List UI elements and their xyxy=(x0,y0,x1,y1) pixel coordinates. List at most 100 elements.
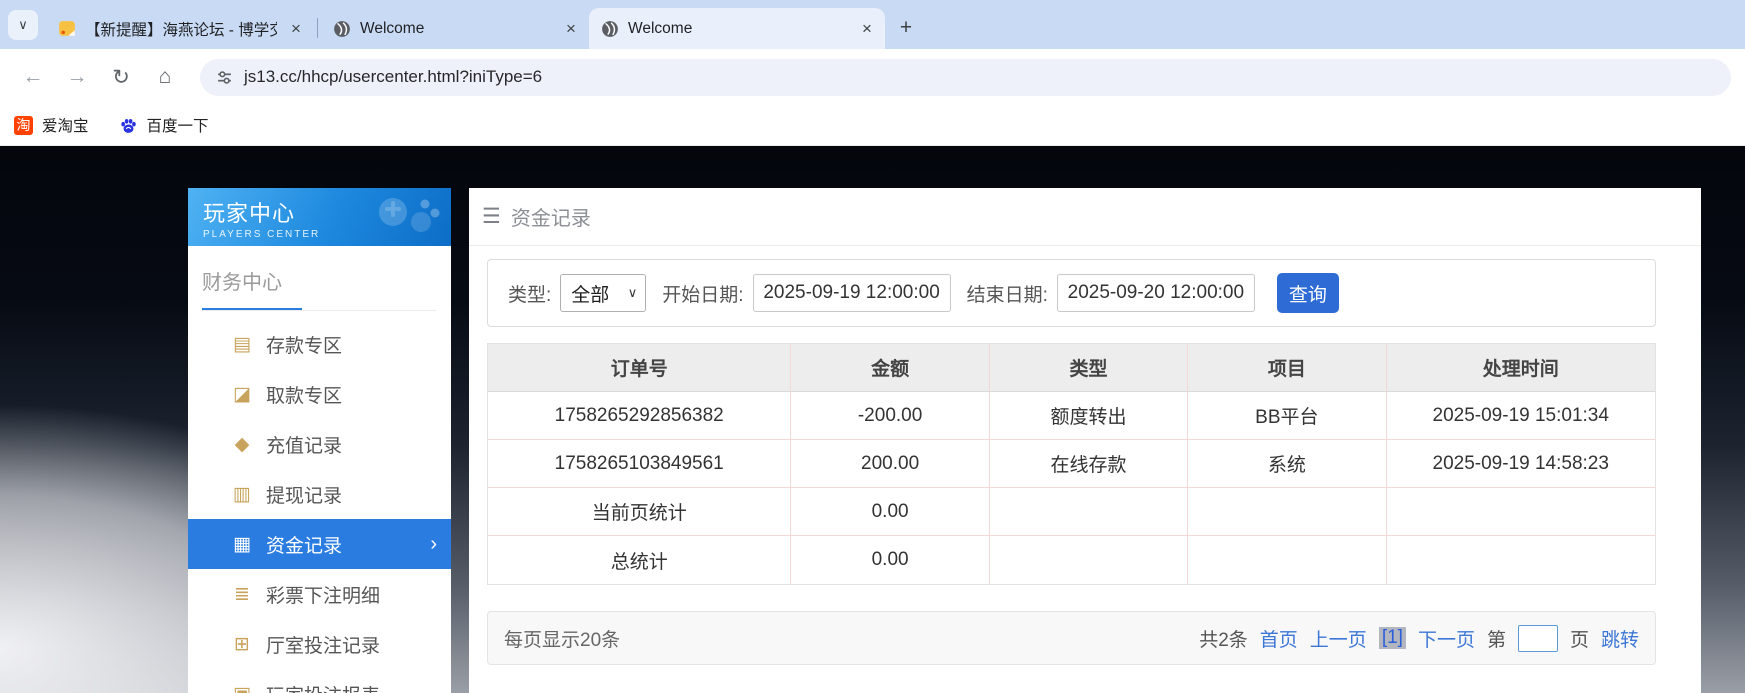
filter-bar: 类型: 全部 ∨ 开始日期: 结束日期: 查询 xyxy=(487,259,1656,327)
type-label: 类型: xyxy=(508,284,552,306)
sidebar-item-label: 彩票下注明细 xyxy=(266,585,381,607)
close-icon[interactable]: × xyxy=(561,19,581,39)
table-cell xyxy=(1188,536,1387,584)
prev-page-link[interactable]: 上一页 xyxy=(1310,625,1367,652)
browser-window: ∨ 【新提醒】海燕论坛 - 博学交流 × Welcome × xyxy=(0,0,1745,693)
header-project: 项目 xyxy=(1188,344,1387,392)
table-cell xyxy=(990,536,1189,584)
type-select-value: 全部 xyxy=(571,284,610,306)
table-cell: 总统计 xyxy=(488,536,792,584)
sidebar-item-deposit-zone[interactable]: ▤ 存款专区 › xyxy=(188,319,451,369)
jump-suffix-label: 页 xyxy=(1569,629,1589,651)
total-count: 共2条 xyxy=(1199,629,1248,651)
forward-icon[interactable]: → xyxy=(58,58,96,96)
table-cell: 在线存款 xyxy=(989,440,1189,488)
browser-tab-2[interactable]: Welcome × xyxy=(321,8,589,49)
sidebar-item-label: 充值记录 xyxy=(266,435,343,457)
sidebar-item-lottery-bet-details[interactable]: ≣ 彩票下注明细 › xyxy=(188,569,451,619)
sidebar-item-label: 提现记录 xyxy=(266,485,343,507)
hamburger-icon[interactable]: ☰ xyxy=(482,204,501,229)
section-title: 财务中心 xyxy=(202,272,282,294)
header-amount: 金额 xyxy=(791,344,990,392)
table-cell: 额度转出 xyxy=(989,392,1189,440)
forum-favicon-icon xyxy=(59,20,75,36)
table-cell xyxy=(1188,488,1387,536)
bookmark-label: 爱淘宝 xyxy=(42,118,89,135)
jump-link[interactable]: 跳转 xyxy=(1601,625,1639,652)
deposit-card-icon: ▤ xyxy=(233,333,251,355)
start-date-input[interactable] xyxy=(752,274,951,312)
table-header-row: 订单号 金额 类型 项目 处理时间 xyxy=(488,344,1655,392)
tab-separator xyxy=(317,18,318,38)
sidebar-item-label: 玩家投注报表 xyxy=(266,681,380,693)
wallet-icon: ▥ xyxy=(233,483,251,505)
close-icon[interactable]: × xyxy=(857,19,877,39)
sidebar-menu: ▤ 存款专区 › ◪ 取款专区 › ◆ 充值记录 › ▥ 提现记录 › xyxy=(188,319,451,693)
table-cell: 0.00 xyxy=(791,488,990,536)
page-jump-input[interactable] xyxy=(1517,624,1558,652)
table-cell: 系统 xyxy=(1188,440,1387,488)
main-panel: ☰ 资金记录 类型: 全部 ∨ 开始日期: 结束日期: 查询 xyxy=(469,188,1701,693)
browser-tab-3-active[interactable]: Welcome × xyxy=(589,8,885,49)
header-type: 类型 xyxy=(989,344,1189,392)
sidebar-item-recharge-records[interactable]: ◆ 充值记录 › xyxy=(188,419,451,469)
table-row: 1758265292856382 -200.00 额度转出 BB平台 2025-… xyxy=(488,392,1655,440)
site-settings-icon[interactable] xyxy=(216,69,233,86)
bookmarks-bar: 淘 爱淘宝 百度一下 xyxy=(0,105,1745,146)
tab-title: Welcome xyxy=(360,19,425,37)
sidebar-item-withdrawal-records[interactable]: ▥ 提现记录 › xyxy=(188,469,451,519)
reload-icon[interactable]: ↻ xyxy=(102,58,140,96)
first-page-link[interactable]: 首页 xyxy=(1260,625,1298,652)
checklist-icon: ⊞ xyxy=(234,633,250,655)
close-icon[interactable]: × xyxy=(286,19,306,39)
new-tab-button[interactable]: + xyxy=(891,13,921,43)
sidebar-banner: 玩家中心 PLAYERS CENTER xyxy=(188,188,451,246)
table-cell xyxy=(1387,536,1655,584)
table-row: 1758265103849561 200.00 在线存款 系统 2025-09-… xyxy=(488,440,1655,488)
back-icon[interactable]: ← xyxy=(14,58,52,96)
funds-icon: ▦ xyxy=(233,533,251,555)
table-row-page-summary: 当前页统计 0.00 xyxy=(488,488,1655,536)
chevron-down-icon: ∨ xyxy=(627,285,638,300)
main-content: 类型: 全部 ∨ 开始日期: 结束日期: 查询 订单号 金额 xyxy=(469,246,1701,665)
type-select[interactable]: 全部 ∨ xyxy=(560,274,647,312)
sidebar-item-label: 资金记录 xyxy=(266,535,343,557)
globe-favicon-icon xyxy=(334,20,350,37)
section-underline xyxy=(202,308,436,311)
page-title: 资金记录 xyxy=(510,208,591,230)
gamepad-icon xyxy=(379,198,440,232)
tab-title: 【新提醒】海燕论坛 - 博学交流 xyxy=(85,21,277,39)
query-button[interactable]: 查询 xyxy=(1276,273,1339,313)
browser-toolbar: ← → ↻ ⌂ js13.cc/hhcp/usercenter.html?ini… xyxy=(0,49,1745,105)
taobao-icon: 淘 xyxy=(14,115,33,135)
money-bag-icon: ◆ xyxy=(234,433,250,455)
address-bar[interactable]: js13.cc/hhcp/usercenter.html?iniType=6 xyxy=(200,58,1731,96)
page-background: 玩家中心 PLAYERS CENTER 财务中心 ▤ 存款专区 ◪ 取款专区 ◆… xyxy=(0,146,1745,693)
current-page-indicator: [1] xyxy=(1378,627,1406,649)
bookmark-baidu[interactable]: 百度一下 xyxy=(119,114,209,136)
sidebar-item-hall-bet-records[interactable]: ⊞ 厅室投注记录 › xyxy=(188,619,451,669)
sidebar-item-label: 取款专区 xyxy=(266,385,343,407)
sidebar-item-funds-records[interactable]: ▦ 资金记录 › xyxy=(188,519,451,569)
tab-search-button[interactable]: ∨ xyxy=(8,10,38,40)
pagination-bar: 每页显示20条 共2条 首页 上一页 [1] 下一页 第 页 跳转 xyxy=(487,611,1656,665)
end-date-input[interactable] xyxy=(1056,274,1255,312)
withdraw-hand-icon: ◪ xyxy=(233,383,251,405)
globe-favicon-icon xyxy=(602,20,618,37)
table-cell: 2025-09-19 14:58:23 xyxy=(1386,440,1655,488)
page-header: ☰ 资金记录 xyxy=(469,188,1701,246)
home-icon[interactable]: ⌂ xyxy=(146,58,184,96)
sidebar-section: 财务中心 xyxy=(188,246,451,311)
tab-strip: ∨ 【新提醒】海燕论坛 - 博学交流 × Welcome × xyxy=(0,0,1745,49)
chevron-down-icon: ∨ xyxy=(18,17,28,32)
browser-tab-1[interactable]: 【新提醒】海燕论坛 - 博学交流 × xyxy=(46,8,314,49)
chevron-right-icon: › xyxy=(430,532,437,555)
next-page-link[interactable]: 下一页 xyxy=(1418,625,1475,652)
table-cell xyxy=(989,488,1189,536)
url-text[interactable]: js13.cc/hhcp/usercenter.html?iniType=6 xyxy=(244,67,542,87)
start-date-label: 开始日期: xyxy=(662,284,744,306)
sidebar-item-player-bet-report[interactable]: ▣ 玩家投注报表 › xyxy=(188,669,451,693)
bookmark-taobao[interactable]: 淘 爱淘宝 xyxy=(14,114,89,136)
sidebar-item-withdraw-zone[interactable]: ◪ 取款专区 › xyxy=(188,369,451,419)
funds-table: 订单号 金额 类型 项目 处理时间 1758265292856382 -200.… xyxy=(487,343,1656,585)
